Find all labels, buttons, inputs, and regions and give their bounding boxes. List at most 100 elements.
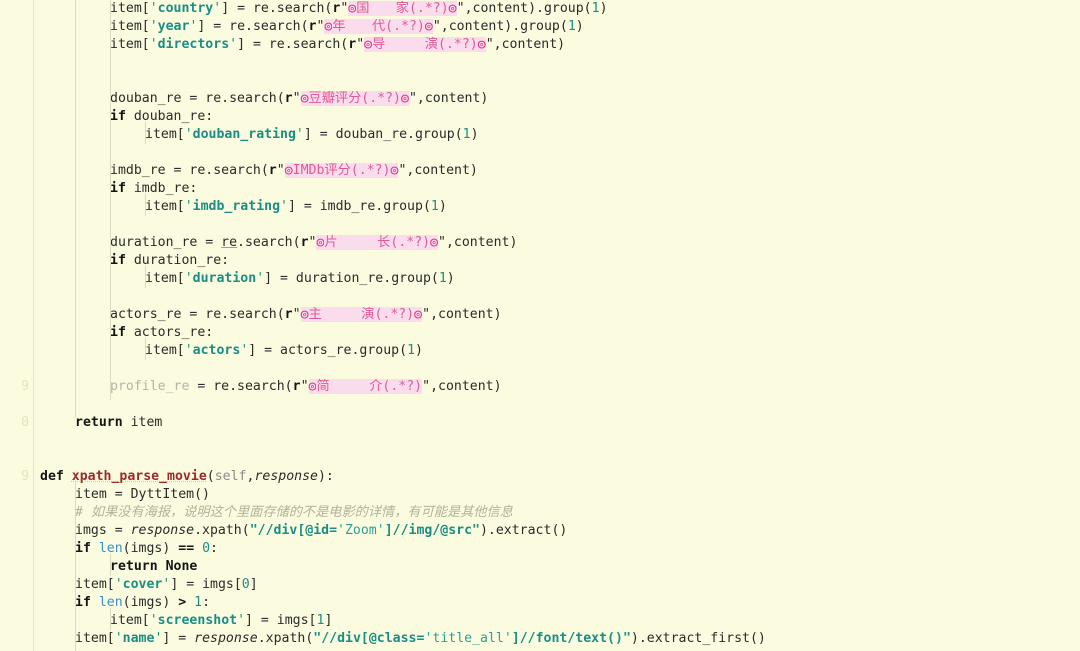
code-token: ' [237,613,246,628]
code-line[interactable]: return item [75,414,162,432]
code-token: r [300,235,309,250]
code-token: response [130,523,195,538]
code-token: if [110,109,126,124]
code-token: 主 演 [308,307,375,322]
code-token: ,content).group( [464,1,592,16]
code-token: (.*?) [408,1,449,16]
code-line[interactable]: imgs = response.xpath("//div[@id='Zoom']… [75,522,567,540]
code-token: IMDb评分 [292,163,351,178]
code-line[interactable]: if len(imgs) == 0: [75,540,218,558]
code-line[interactable]: profile_re = re.search(r"◎简 介(.*?)",cont… [110,378,502,396]
code-token: ,content) [430,307,502,322]
line-number-gutter[interactable]: 9 0 9 [0,0,34,651]
code-token: (imgs) [122,595,179,610]
code-token: [ [176,127,185,142]
code-line[interactable]: douban_re = re.search(r"◎豆瓣评分(.*?)◎",con… [110,90,488,108]
code-line[interactable]: item['screenshot'] = imgs[1] [110,612,332,630]
code-line[interactable]: item['douban_rating'] = douban_re.group(… [145,126,479,144]
code-token: 豆瓣评分 [308,91,362,106]
code-content-area[interactable]: item['country'] = re.search(r"◎国 家(.*?)◎… [35,0,1080,651]
code-token: year [157,19,190,34]
code-line[interactable]: item['imdb_rating'] = imdb_re.group(1) [145,198,447,216]
code-token: " [456,1,465,16]
code-token: ] = re.search( [221,1,333,16]
code-line[interactable]: if actors_re: [110,324,213,342]
code-line[interactable]: item['directors'] = re.search(r"◎导 演(.*?… [110,36,565,54]
code-token: 0 [202,541,211,556]
code-line[interactable]: item['cover'] = imgs[0] [75,576,258,594]
code-line[interactable]: item['name'] = response.xpath("//div[@cl… [75,630,766,648]
code-token: ): [317,469,334,484]
code-token: item [75,577,107,592]
code-token: (.*?) [382,379,423,394]
code-line[interactable]: item['country'] = re.search(r"◎国 家(.*?)◎… [110,0,608,18]
code-token: r [348,37,357,52]
code-token: duration [192,271,257,286]
code-token: ] = douban_re.group( [303,127,463,142]
code-line[interactable]: item = DyttItem() [75,486,210,504]
code-token: 简 介 [316,379,383,394]
code-token: country [157,1,214,16]
code-token: " [408,91,417,106]
code-token: item [145,127,177,142]
code-token: ,content) [406,163,478,178]
code-token: = re.search( [189,379,293,394]
code-token: self [214,469,247,484]
code-token: ◎ [430,235,439,250]
code-token: 片 长 [324,235,391,250]
code-token: actors [192,343,241,358]
code-token: (.*?) [385,19,425,34]
code-token: " [276,163,285,178]
code-line[interactable]: item['actors'] = actors_re.group(1) [145,342,423,360]
code-token: " [422,379,431,394]
code-line[interactable]: imdb_re = re.search(r"◎IMDb评分(.*?)◎",con… [110,162,478,180]
code-line[interactable]: if douban_re: [110,108,213,126]
code-line[interactable]: actors_re = re.search(r"◎主 演(.*?)◎",cont… [110,306,502,324]
code-token: douban_re = re.search( [110,91,285,106]
code-line[interactable]: duration_re = re.search(r"◎片 长(.*?)◎",co… [110,234,517,252]
code-token: ' [114,631,123,646]
code-token: ] = imgs[ [245,613,317,628]
code-token: ( [206,469,215,484]
code-token: if [110,325,126,340]
code-token: return [75,415,123,430]
code-token: ]//img/@src [384,523,473,538]
code-token: ).extract() [479,523,568,538]
code-line[interactable]: item['year'] = re.search(r"◎年 代(.*?)◎",c… [110,18,584,36]
code-line[interactable]: def xpath_parse_movie(self,response): [40,468,334,486]
code-line[interactable]: if duration_re: [110,252,229,270]
code-token: imdb_rating [192,199,281,214]
code-token: ' [229,37,238,52]
code-token: 1 [591,1,600,16]
code-token: profile_re [110,379,190,394]
code-token: item [110,37,142,52]
code-token: [ [141,613,150,628]
code-token: [ [176,343,185,358]
code-token: ' [149,37,158,52]
code-token: " [356,37,365,52]
code-token: [ [176,199,185,214]
code-token: 国 家 [356,1,409,16]
code-line[interactable]: # 如果没有海报，说明这个里面存储的不是电影的详情，有可能是其他信息 [75,504,513,522]
code-token: ) [575,19,584,34]
code-token: ' [149,1,158,16]
code-token: (.*?) [350,163,391,178]
line-number: 9 [21,379,29,394]
code-line[interactable]: item['duration'] = duration_re.group(1) [145,270,455,288]
code-token: imgs = [75,523,131,538]
code-token: re [221,235,238,250]
code-token: //div[@id= [257,523,338,538]
code-token: 导 演 [372,37,439,52]
code-line[interactable]: if imdb_re: [110,180,197,198]
code-editor[interactable]: 909 item['country'] = re.search(r"◎国 家(.… [0,0,1080,651]
code-token: response [194,631,258,646]
code-token: (.*?) [374,307,415,322]
code-token: def [40,469,64,484]
code-line[interactable]: return None [110,558,197,576]
code-token: .xpath( [194,523,250,538]
indent-guide [145,122,146,144]
code-line[interactable]: if len(imgs) > 1: [75,594,210,612]
